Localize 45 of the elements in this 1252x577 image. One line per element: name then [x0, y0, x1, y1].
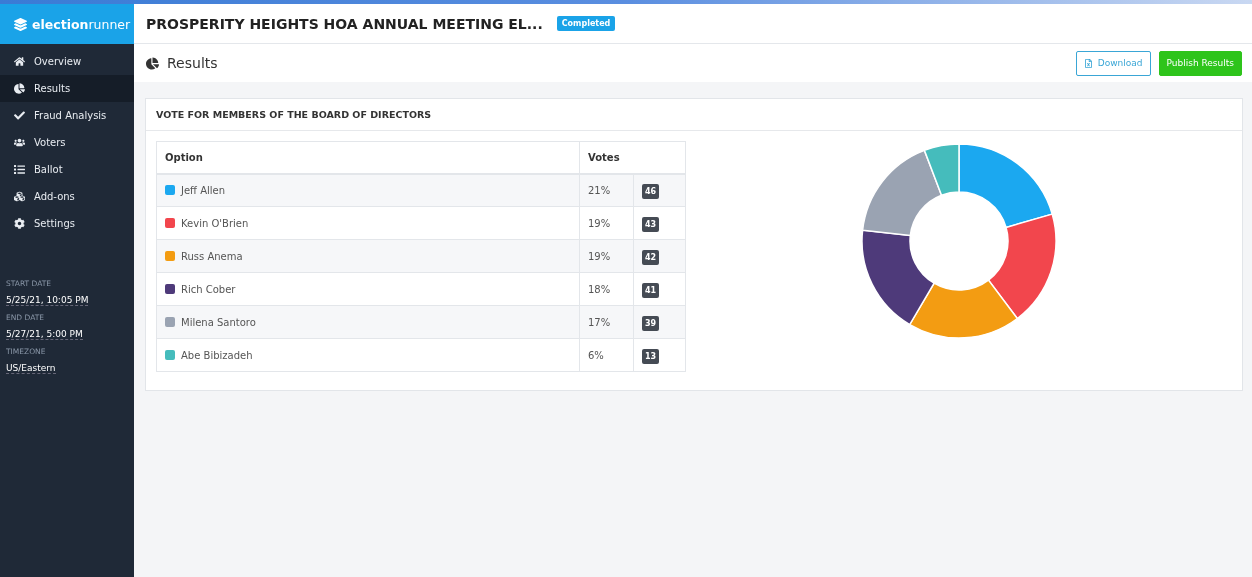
option-name: Milena Santoro [181, 316, 256, 328]
vote-count: 41 [642, 282, 660, 298]
detail-value: US/Eastern [6, 363, 56, 374]
pie-icon [14, 83, 25, 94]
option-name: Abe Bibizadeh [181, 349, 253, 361]
detail-value: 5/25/21, 10:05 PM [6, 295, 89, 306]
sidebar-item[interactable]: Add-ons [0, 183, 134, 210]
vote-percent: 19% [588, 217, 611, 229]
vote-percent: 17% [588, 316, 611, 328]
vote-count: 43 [642, 216, 660, 232]
sidebar-item[interactable]: Overview [0, 48, 134, 75]
sidebar-item[interactable]: Settings [0, 210, 134, 237]
vote-percent: 21% [588, 184, 611, 196]
logo-icon [14, 17, 27, 31]
column-header: Votes [579, 141, 686, 174]
detail-value: 5/27/21, 5:00 PM [6, 329, 83, 340]
column-header: Option [156, 141, 580, 174]
option-name: Kevin O'Brien [181, 217, 249, 229]
list-icon [14, 164, 25, 175]
sidebar-item[interactable]: Results [0, 75, 134, 102]
vote-count: 46 [642, 183, 660, 199]
status-badge: Completed [556, 16, 616, 31]
settings-icon [14, 218, 25, 229]
pie-icon [146, 56, 159, 70]
sidebar-item[interactable]: Voters [0, 129, 134, 156]
sidebar-item[interactable]: Ballot [0, 156, 134, 183]
option-name: Jeff Allen [181, 184, 226, 196]
vote-count: 39 [642, 315, 660, 331]
election-title: PROSPERITY HEIGHTS HOA ANNUAL MEETING EL... [146, 15, 543, 32]
option-name: Russ Anema [181, 250, 243, 262]
users-icon [14, 137, 25, 148]
vote-count: 13 [642, 348, 660, 364]
home-icon [14, 56, 25, 67]
vote-percent: 6% [588, 349, 604, 361]
vote-percent: 19% [588, 250, 611, 262]
brand-name: electionrunner [32, 16, 131, 32]
page-title: Results [167, 55, 218, 71]
vote-count: 42 [642, 249, 660, 265]
file-icon [1083, 58, 1093, 68]
option-name: Rich Cober [181, 283, 236, 295]
cubes-icon [14, 191, 25, 202]
sidebar-item[interactable]: Fraud Analysis [0, 102, 134, 129]
vote-percent: 18% [588, 283, 611, 295]
question-title: VOTE FOR MEMBERS OF THE BOARD OF DIRECTORS [156, 109, 432, 120]
check-icon [14, 110, 25, 121]
